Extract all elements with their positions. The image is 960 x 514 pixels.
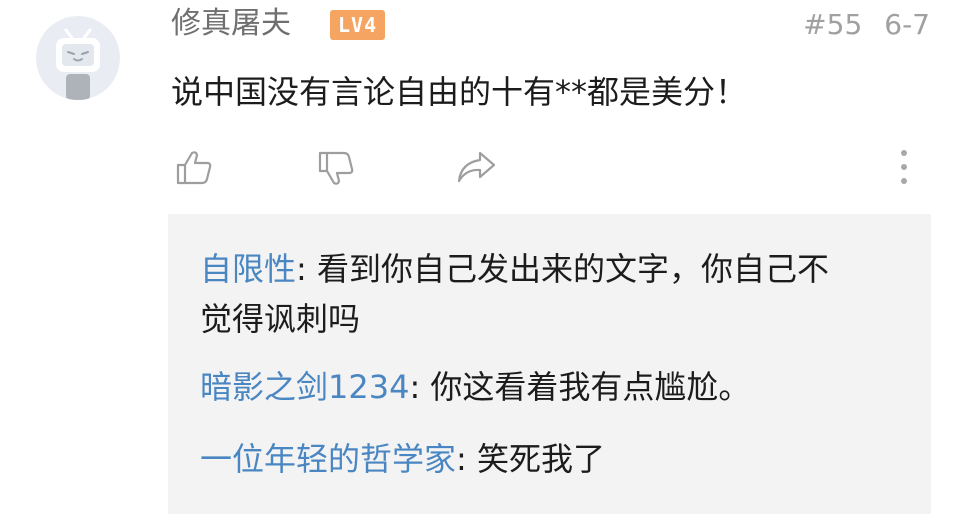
more-button[interactable] bbox=[882, 145, 926, 189]
level-badge: LV4 bbox=[330, 10, 386, 40]
share-icon bbox=[457, 151, 496, 183]
comment-meta: #55 6-7 bbox=[803, 8, 930, 42]
comment-actions bbox=[0, 145, 960, 189]
tv-mascot-icon bbox=[56, 28, 100, 100]
comment-date: 6-7 bbox=[884, 8, 930, 41]
floor-number: #55 bbox=[803, 8, 863, 41]
username[interactable]: 修真屠夫 bbox=[171, 6, 291, 42]
thumb-down-icon bbox=[318, 151, 354, 185]
reply-list: 自限性: 看到你自己发出来的文字，你自己不觉得讽刺吗 暗影之剑1234: 你这看… bbox=[168, 214, 931, 514]
reply-item[interactable]: 一位年轻的哲学家: 笑死我了 bbox=[200, 434, 860, 484]
like-button[interactable] bbox=[172, 145, 216, 189]
reply-username[interactable]: 一位年轻的哲学家 bbox=[200, 440, 456, 478]
avatar[interactable] bbox=[36, 16, 120, 100]
reply-username[interactable]: 自限性 bbox=[200, 250, 296, 288]
reply-text: 你这看着我有点尴尬。 bbox=[430, 368, 751, 406]
reply-separator: : bbox=[409, 368, 431, 406]
thumb-up-icon bbox=[176, 151, 212, 185]
reply-item[interactable]: 自限性: 看到你自己发出来的文字，你自己不觉得讽刺吗 bbox=[200, 244, 860, 344]
reply-username[interactable]: 暗影之剑1234 bbox=[200, 368, 409, 406]
comment-text: 说中国没有言论自由的十有**都是美分！ bbox=[171, 73, 748, 111]
share-button[interactable] bbox=[454, 145, 498, 189]
reply-text: 笑死我了 bbox=[476, 440, 605, 478]
reply-separator: : bbox=[456, 440, 477, 478]
reply-item[interactable]: 暗影之剑1234: 你这看着我有点尴尬。 bbox=[200, 362, 860, 412]
reply-separator: : bbox=[296, 250, 317, 288]
dislike-button[interactable] bbox=[314, 145, 358, 189]
more-vertical-icon bbox=[901, 150, 907, 184]
